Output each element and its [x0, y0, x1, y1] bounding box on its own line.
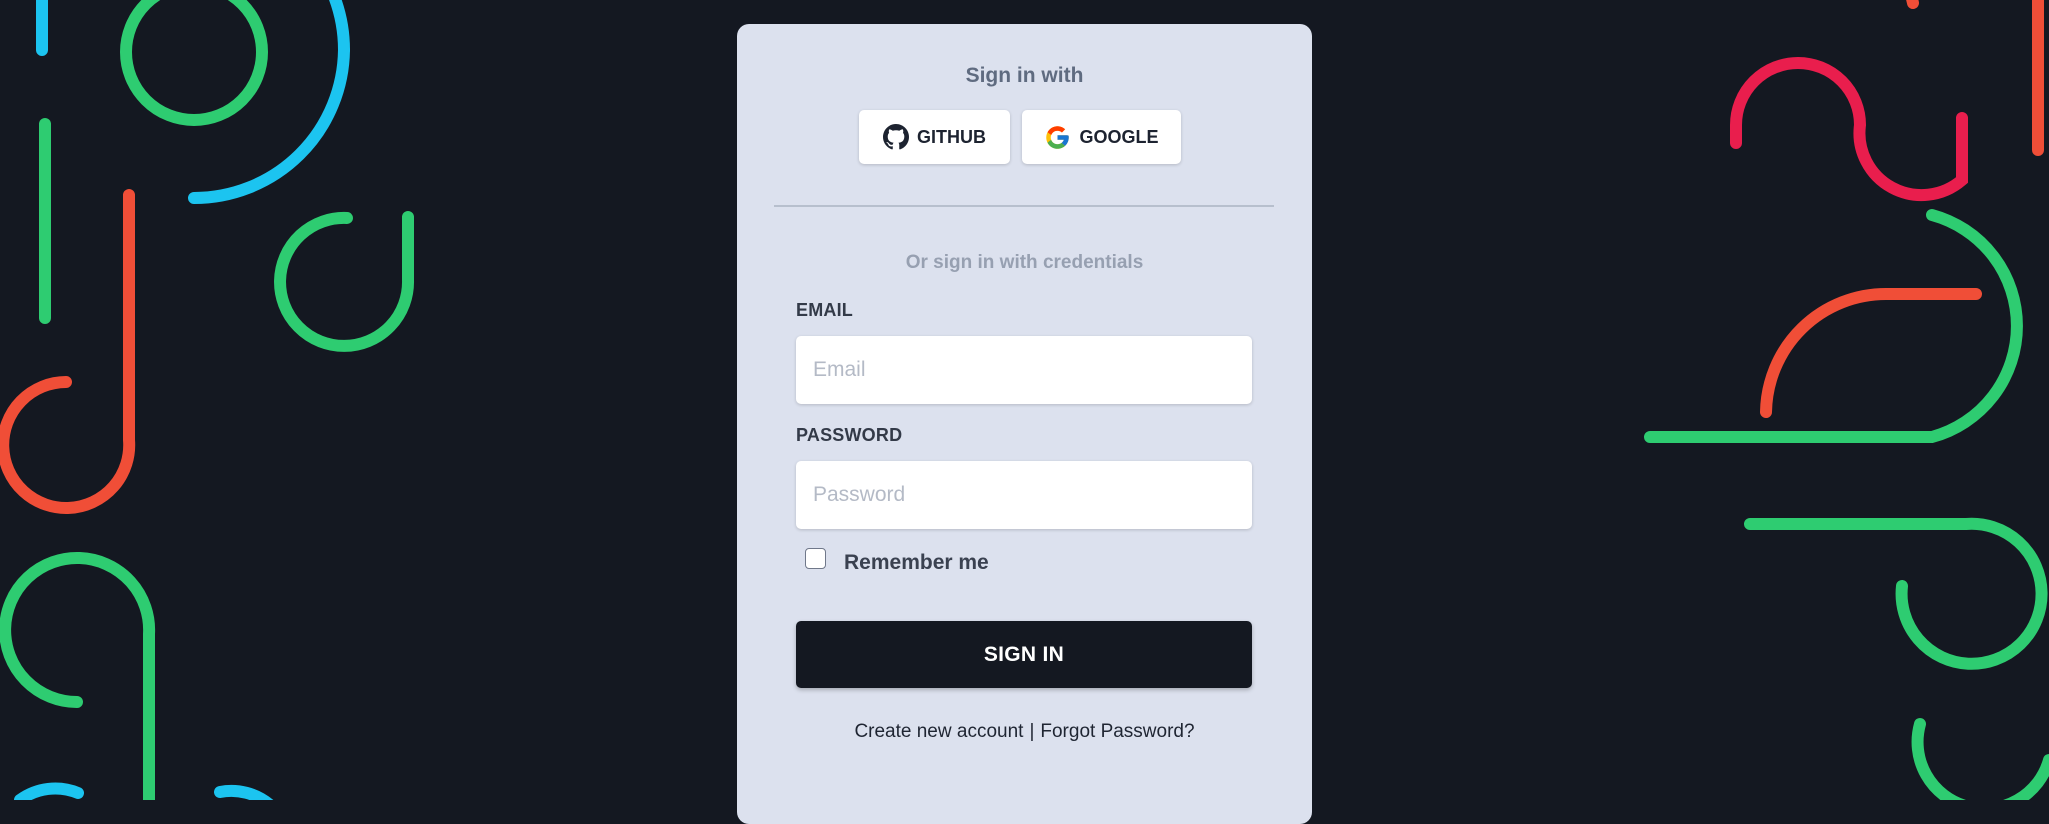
footer-links: Create new account | Forgot Password? [737, 721, 1312, 743]
decor-blue-arc-top-left-2 [328, 0, 350, 56]
decor-blue-arc-bottom-left-2 [214, 784, 274, 800]
github-button[interactable]: GITHUB [859, 110, 1010, 164]
decor-green-hook-right [1744, 517, 2048, 670]
remember-me-label[interactable]: Remember me [844, 551, 989, 575]
decor-green-hook-left [274, 211, 415, 352]
sign-in-with-heading: Sign in with [965, 64, 1084, 87]
credentials-subheading: Or sign in with credentials [905, 252, 1144, 273]
decor-blue-arc-bottom-left-1 [14, 782, 84, 800]
github-icon [883, 124, 909, 150]
decor-green-circle-top-left [120, 0, 268, 126]
sign-in-button[interactable]: SIGN IN [796, 621, 1252, 688]
link-separator: | [1029, 721, 1035, 742]
login-card: Sign in with GITHUB GOOGLE Or sign in wi… [737, 24, 1312, 824]
email-input[interactable] [796, 336, 1252, 404]
google-button[interactable]: GOOGLE [1022, 110, 1181, 164]
password-label: PASSWORD [796, 425, 903, 445]
decor-green-arc-bottom-right [1911, 718, 2049, 800]
decor-red-arc-right [1760, 288, 1982, 418]
decor-red-hook-left [0, 189, 136, 514]
create-account-link[interactable]: Create new account [854, 721, 1023, 742]
google-icon [1044, 124, 1071, 151]
decor-red-dot-top-right [1906, 0, 1919, 9]
google-label: GOOGLE [1079, 126, 1159, 147]
decor-green-arc-right [1644, 209, 2023, 443]
decor-pink-squiggle-right [1730, 57, 1968, 202]
github-label: GITHUB [917, 126, 986, 147]
email-label: EMAIL [796, 300, 853, 320]
decor-green-hook-bottom-left [0, 552, 156, 800]
remember-me-checkbox[interactable] [805, 548, 826, 569]
forgot-password-link[interactable]: Forgot Password? [1040, 721, 1194, 742]
password-input[interactable] [796, 461, 1252, 529]
decor-blue-arc-top-left [36, 0, 350, 204]
divider [774, 205, 1274, 207]
